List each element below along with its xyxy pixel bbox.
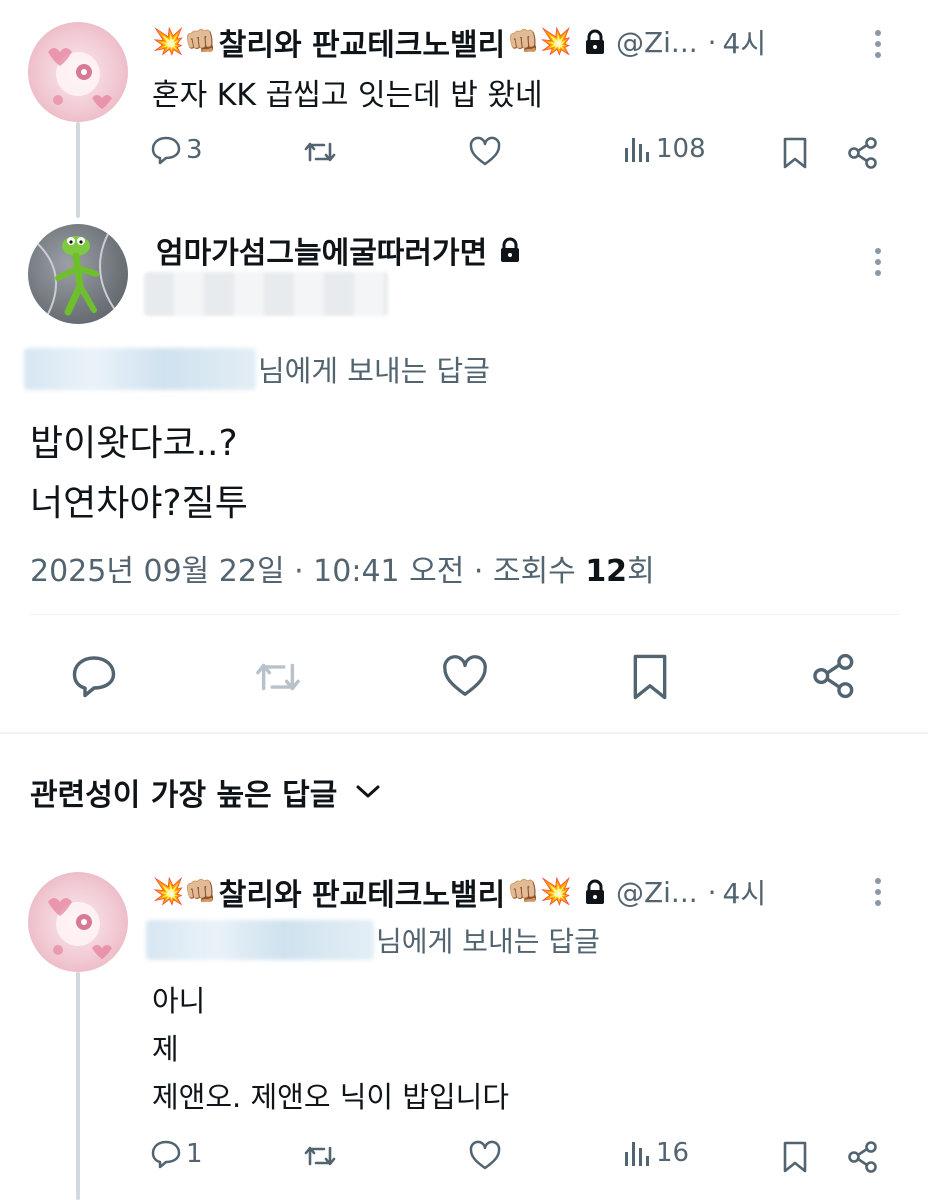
reply-text-line1: 아니 (152, 984, 206, 1018)
views-count: 16 (656, 1138, 690, 1168)
author-name-row: 엄마가섬그늘에굴따러가면 (156, 228, 521, 272)
tweet-meta: 2025년 09월 22일 · 10:41 오전 · 조회수 12회 (30, 546, 655, 590)
lock-icon (499, 237, 521, 263)
replying-suffix: 님에게 보내는 답글 (376, 925, 600, 958)
reply-icon (150, 1138, 182, 1170)
views-count: 108 (656, 134, 706, 164)
avatar[interactable] (28, 872, 128, 972)
handle-redacted (144, 272, 388, 316)
chevron-down-icon (355, 783, 381, 801)
repost-icon (252, 654, 304, 700)
like-button[interactable] (468, 136, 502, 168)
post-timestamp[interactable]: 2025년 09월 22일 · 10:41 오전 · 조회수 (30, 554, 585, 589)
timestamp[interactable]: 4시 (723, 22, 767, 62)
action-bar: 1 16 (150, 1138, 890, 1178)
emoji-right: 👊🏼💥 (507, 27, 572, 57)
reply-count: 1 (186, 1139, 203, 1169)
replied-user-redacted[interactable] (146, 920, 374, 960)
reply-text-line3: 제앤오. 제앤오 닉이 밥입니다 (152, 1080, 510, 1114)
reply-text-line2: 제 (152, 1032, 179, 1066)
tweet-text: 혼자 KK 곱씹고 잇는데 밥 왔네 (152, 78, 543, 113)
separator: · (707, 25, 717, 59)
heart-icon (468, 1140, 502, 1172)
bookmark-icon (628, 652, 672, 702)
repost-button[interactable] (302, 1140, 338, 1172)
replying-suffix: 님에게 보내는 답글 (258, 354, 490, 388)
emoji-left: 💥👊🏼 (152, 877, 217, 907)
analytics-icon (622, 1138, 652, 1168)
thread-line (76, 122, 80, 218)
main-text-line2: 너연차야?질투 (30, 483, 248, 524)
repost-icon (302, 1140, 338, 1172)
display-name[interactable]: 엄마가섬그늘에굴따러가면 (156, 228, 487, 272)
like-button[interactable] (468, 1140, 502, 1172)
reply-icon (70, 652, 118, 700)
tweet-header: 💥👊🏼 찰리와 판교테크노밸리 👊🏼💥 @Zi... · 4시 (152, 20, 892, 64)
replying-to: 님에게 보내는 답글 (146, 920, 600, 960)
section-title: 관련성이 가장 높은 답글 (30, 778, 338, 813)
share-button[interactable] (846, 1140, 880, 1174)
heart-icon (440, 654, 490, 700)
action-bar: 3 108 (150, 134, 890, 174)
replying-to: 님에게 보내는 답글 (24, 348, 490, 390)
avatar[interactable] (28, 22, 128, 122)
timestamp[interactable]: 4시 (723, 872, 767, 912)
like-button[interactable] (440, 654, 490, 700)
main-text-line1: 밥이왓다코..? (30, 423, 238, 464)
repost-button[interactable] (302, 136, 338, 168)
thread-line (76, 972, 80, 1200)
handle[interactable]: @Zi... (616, 26, 698, 59)
views-button[interactable]: 108 (622, 134, 706, 164)
separator: · (707, 875, 717, 909)
more-icon[interactable] (868, 876, 888, 908)
tweet-header: 💥👊🏼 찰리와 판교테크노밸리 👊🏼💥 @Zi... · 4시 (152, 870, 892, 914)
lock-icon (584, 29, 606, 55)
share-icon (810, 652, 858, 700)
views-suffix: 회 (627, 554, 655, 589)
views-button[interactable]: 16 (622, 1138, 689, 1168)
emoji-right: 👊🏼💥 (507, 877, 572, 907)
avatar-art-icon (48, 48, 112, 109)
section-divider (0, 732, 928, 734)
sort-replies-selector[interactable]: 관련성이 가장 높은 답글 (30, 770, 381, 814)
kermit-frog-icon (37, 233, 119, 316)
reply-count: 3 (186, 135, 203, 165)
display-name[interactable]: 찰리와 판교테크노밸리 (219, 870, 505, 914)
views-count: 12 (585, 554, 628, 589)
avatar-art-icon (48, 898, 112, 959)
share-button[interactable] (846, 136, 880, 170)
avatar[interactable] (28, 224, 128, 324)
reply-button[interactable] (70, 652, 118, 700)
bookmark-button[interactable] (628, 652, 672, 702)
emoji-left: 💥👊🏼 (152, 27, 217, 57)
lock-icon (584, 879, 606, 905)
heart-icon (468, 136, 502, 168)
main-action-bar (0, 650, 928, 704)
reply-button[interactable]: 1 (150, 1138, 203, 1170)
bookmark-icon (780, 136, 810, 170)
handle[interactable]: @Zi... (616, 876, 698, 909)
repost-button[interactable] (252, 654, 304, 700)
more-icon[interactable] (868, 246, 888, 278)
display-name[interactable]: 찰리와 판교테크노밸리 (219, 20, 505, 64)
repost-icon (302, 136, 338, 168)
reply-icon (150, 134, 182, 166)
share-icon (846, 136, 880, 170)
bookmark-button[interactable] (780, 1140, 810, 1174)
analytics-icon (622, 134, 652, 164)
share-button[interactable] (810, 652, 858, 700)
share-icon (846, 1140, 880, 1174)
bookmark-icon (780, 1140, 810, 1174)
bookmark-button[interactable] (780, 136, 810, 170)
reply-button[interactable]: 3 (150, 134, 203, 166)
divider (30, 614, 900, 615)
replied-user-redacted[interactable] (24, 348, 256, 390)
more-icon[interactable] (868, 28, 888, 60)
